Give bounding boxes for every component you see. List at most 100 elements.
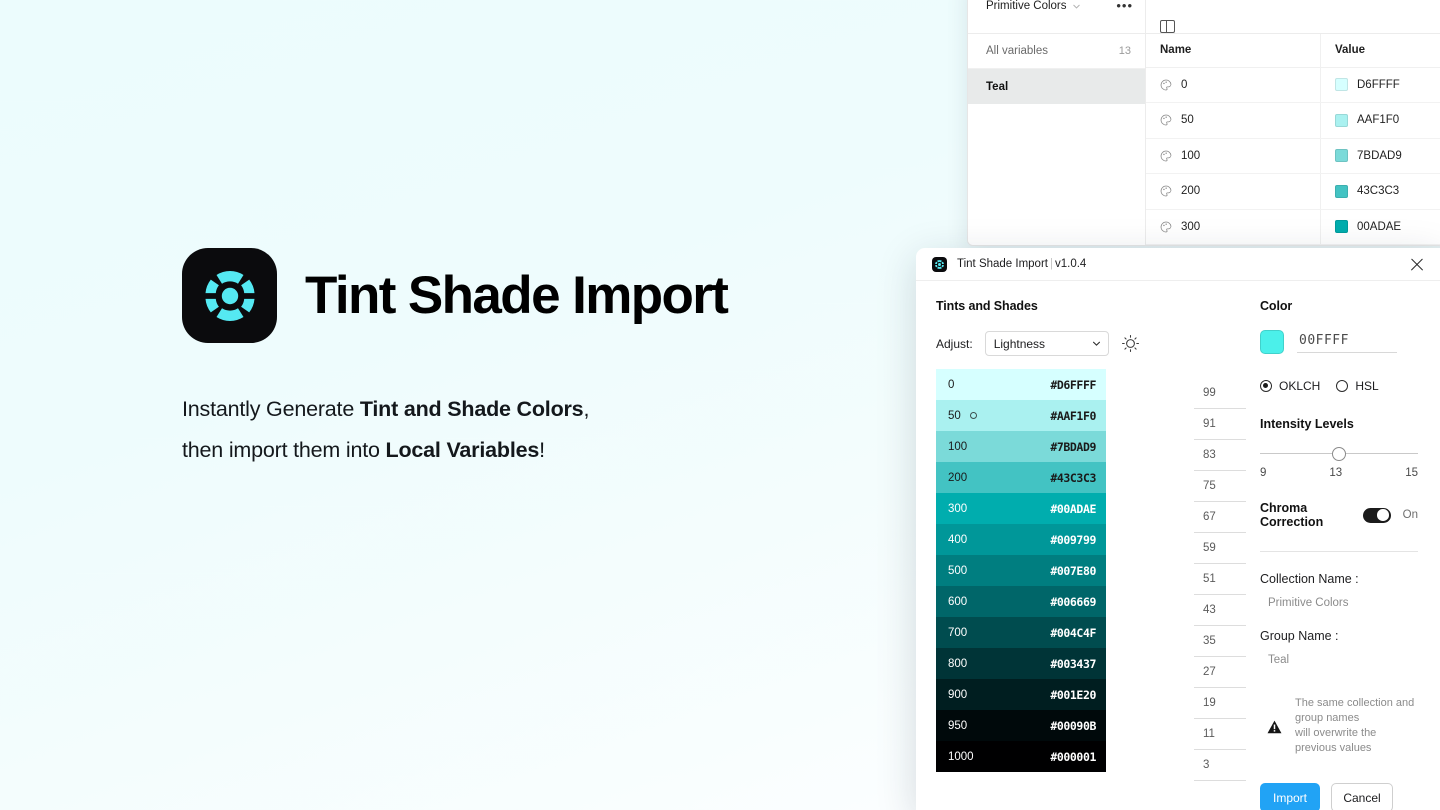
cancel-button[interactable]: Cancel [1331, 783, 1393, 810]
collection-name-label: Collection Name : [1260, 572, 1359, 586]
chroma-correction-label: Chroma Correction [1260, 501, 1324, 529]
slider-tick-min: 9 [1260, 467, 1267, 479]
collection-name-input[interactable]: Primitive Colors [1260, 597, 1418, 609]
figma-sidebar: All variables 13 Teal [968, 34, 1146, 245]
intensity-input[interactable]: 67 [1194, 502, 1246, 533]
modal-app-icon [932, 256, 947, 272]
intensity-slider[interactable] [1260, 447, 1418, 461]
variable-value-cell: 7BDAD9 [1321, 139, 1440, 174]
table-row[interactable]: 50 AAF1F0 [1146, 103, 1440, 139]
swatch-row[interactable]: 200 #43C3C3 [936, 462, 1106, 493]
swatch-row[interactable]: 0 #D6FFFF [936, 369, 1106, 400]
figma-variables-panel: Primitive Colors ••• All variables 13 Te… [967, 0, 1440, 246]
tints-and-shades-column: Tints and Shades Adjust: Lightness 0 #D6… [916, 299, 1184, 810]
intensity-input[interactable]: 99 [1194, 378, 1246, 409]
toggle-knob [1377, 509, 1390, 521]
table-row[interactable]: 200 43C3C3 [1146, 174, 1440, 210]
variable-name-cell: 300 [1146, 209, 1321, 244]
swatch-row[interactable]: 600 #006669 [936, 586, 1106, 617]
intensity-input[interactable]: 83 [1194, 440, 1246, 471]
swatch-step-label: 100 [948, 440, 968, 453]
swatch-row[interactable]: 800 #003437 [936, 648, 1106, 679]
variable-name: 200 [1181, 185, 1201, 198]
variable-value-cell: 00ADAE [1321, 210, 1440, 245]
figma-collection-selector[interactable]: Primitive Colors ••• [968, 0, 1146, 33]
intensity-input[interactable]: 19 [1194, 688, 1246, 719]
adjust-label: Adjust: [936, 336, 973, 351]
variable-name-cell: 50 [1146, 103, 1321, 138]
intensity-input[interactable]: 27 [1194, 657, 1246, 688]
modal-actions: Import Cancel [1260, 783, 1418, 810]
swatch-row[interactable]: 100 #7BDAD9 [936, 431, 1106, 462]
tagline-1b: Tint and Shade Colors [359, 397, 584, 421]
modal-version: v1.0.4 [1054, 258, 1087, 270]
warning-triangle-icon [1267, 720, 1282, 734]
swatch-hex-label: #001E20 [1050, 687, 1096, 702]
radio-hsl[interactable]: HSL [1336, 379, 1379, 393]
tagline-2b: Local Variables [385, 438, 540, 462]
import-button[interactable]: Import [1260, 783, 1320, 810]
figma-more-menu-button[interactable]: ••• [1116, 0, 1133, 12]
adjust-select[interactable]: Lightness [984, 331, 1109, 356]
warning-line-2: will overwrite the previous values [1295, 727, 1377, 754]
swatch-row[interactable]: 700 #004C4F [936, 617, 1106, 648]
intensity-input[interactable]: 75 [1194, 471, 1246, 502]
column-header-name: Name [1146, 34, 1321, 67]
swatch-row[interactable]: 300 #00ADAE [936, 493, 1106, 524]
swatch-step-label: 900 [948, 688, 968, 701]
plugin-modal: Tint Shade Import | v1.0.4 Tints and Shade… [916, 248, 1440, 810]
table-row[interactable]: 0 D6FFFF [1146, 67, 1440, 103]
intensity-input[interactable]: 11 [1194, 719, 1246, 750]
intensity-input[interactable]: 59 [1194, 533, 1246, 564]
intensity-input[interactable]: 3 [1194, 750, 1246, 781]
color-swatch-button[interactable] [1260, 330, 1284, 354]
table-row[interactable]: 100 7BDAD9 [1146, 138, 1440, 174]
swatch-row[interactable]: 50 #AAF1F0 [936, 400, 1106, 431]
intensity-input[interactable]: 43 [1194, 595, 1246, 626]
chroma-correction-toggle[interactable] [1362, 507, 1391, 523]
side-panel-icon [1160, 19, 1175, 34]
sidebar-item-all-variables[interactable]: All variables 13 [968, 34, 1145, 69]
intensity-input[interactable]: 51 [1194, 564, 1246, 595]
swatch-hex-label: #006669 [1050, 594, 1096, 609]
chevron-down-icon [1072, 4, 1080, 9]
all-variables-label: All variables [986, 45, 1048, 57]
variable-name: 0 [1181, 78, 1188, 91]
variable-name: 300 [1181, 220, 1201, 233]
swatch-step-label: 50 [948, 409, 961, 422]
variable-value: 00ADAE [1357, 220, 1402, 233]
swatch-row[interactable]: 500 #007E80 [936, 555, 1106, 586]
swatch-row[interactable]: 400 #009799 [936, 524, 1106, 555]
intensity-input[interactable]: 91 [1194, 409, 1246, 440]
tagline-line-1: Instantly Generate Tint and Shade Colors… [182, 389, 882, 430]
slider-tick-max: 15 [1405, 467, 1418, 479]
sidebar-item-teal[interactable]: Teal [968, 69, 1145, 104]
color-settings-column: Color OKLCH HSL Intensity Levels [1246, 299, 1440, 810]
tagline-1c: , [583, 397, 590, 421]
figma-panel-body: All variables 13 Teal Name Value 0 D6FFFF… [968, 34, 1440, 245]
swatch-step-label: 1000 [948, 750, 974, 763]
intensity-input[interactable]: 35 [1194, 626, 1246, 657]
radio-oklch[interactable]: OKLCH [1260, 379, 1320, 393]
swatch-row[interactable]: 1000 #000001 [936, 741, 1106, 772]
modal-title-name: Tint Shade Import [957, 258, 1048, 270]
slider-tick-labels: 9 13 15 [1260, 467, 1418, 479]
swatch-row[interactable]: 900 #001E20 [936, 679, 1106, 710]
swatch-hex-label: #007E80 [1050, 563, 1096, 578]
swatch-step-label: 300 [948, 502, 968, 515]
swatch-hex-label: #D6FFFF [1050, 377, 1096, 392]
table-row[interactable]: 300 00ADAE [1146, 209, 1440, 245]
group-name-input[interactable]: Teal [1260, 654, 1418, 666]
figma-layout-toggle[interactable] [1146, 19, 1440, 34]
color-hex-input[interactable] [1297, 331, 1397, 353]
close-icon[interactable] [1408, 255, 1426, 273]
swatch-step-label: 950 [948, 719, 968, 732]
sun-icon[interactable] [1121, 334, 1140, 353]
radio-hsl-label: HSL [1355, 379, 1379, 393]
overwrite-warning: The same collection and group names will… [1260, 696, 1418, 756]
swatch-hex-label: #00ADAE [1050, 501, 1096, 516]
hero-tagline: Instantly Generate Tint and Shade Colors… [182, 389, 882, 471]
slider-knob[interactable] [1332, 447, 1346, 461]
swatch-row[interactable]: 950 #00090B [936, 710, 1106, 741]
swatch-step-label: 0 [948, 378, 955, 391]
